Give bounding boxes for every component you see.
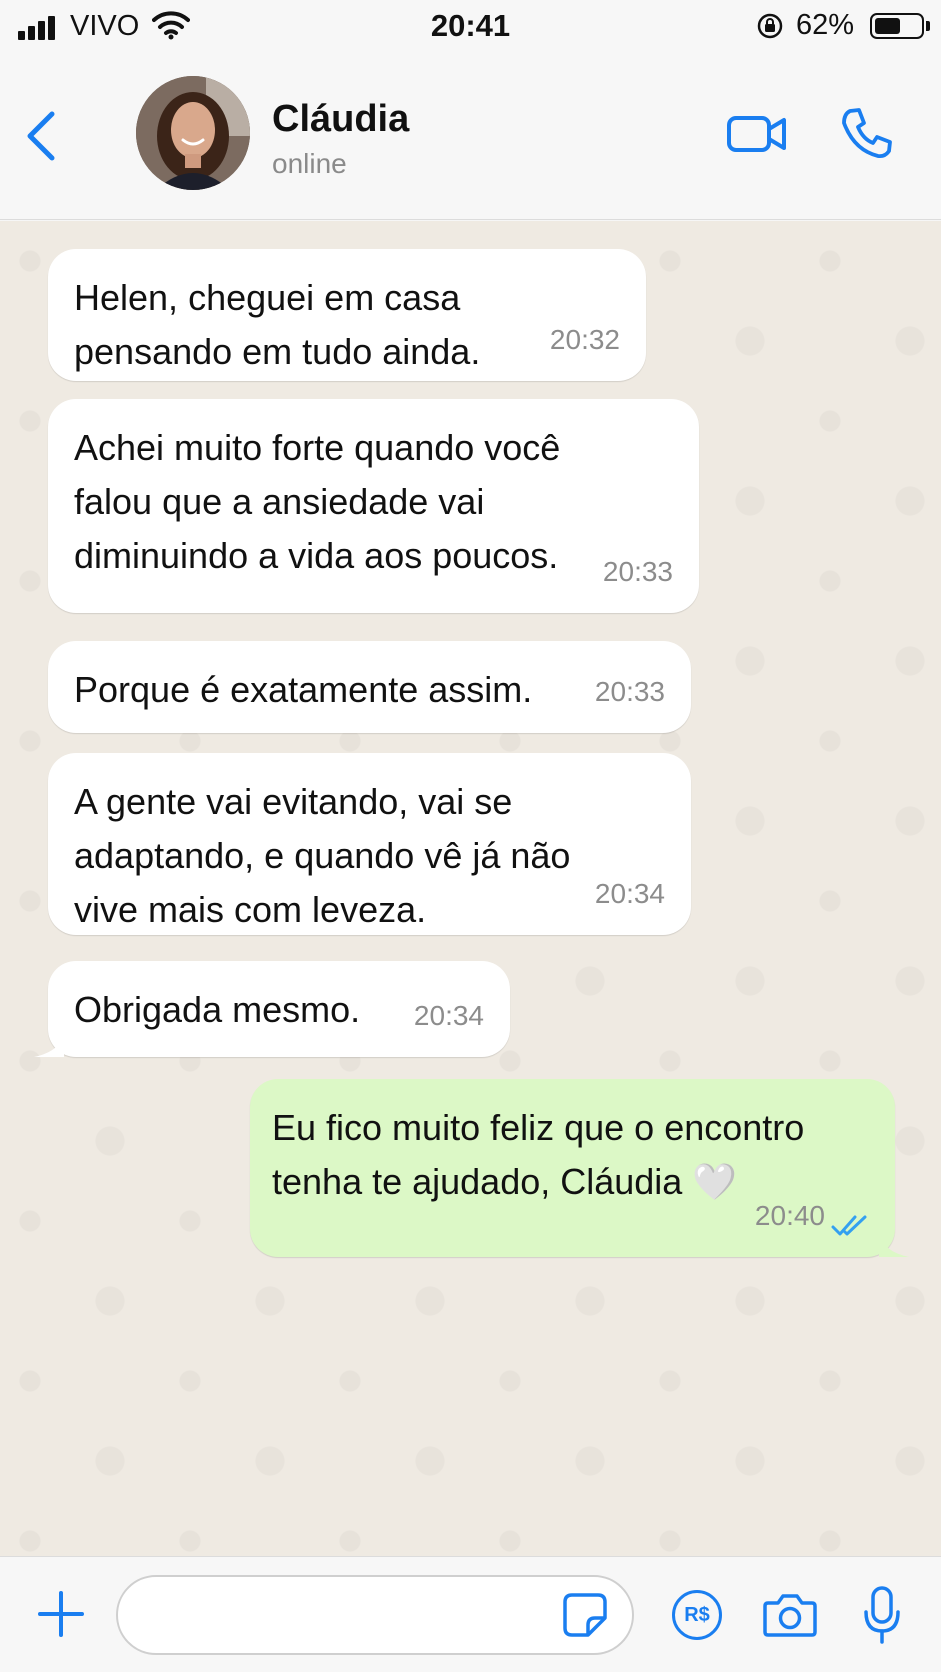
message-bubble[interactable]: A gente vai evitando, vai se adaptando, … <box>48 753 691 935</box>
status-bar: VIVO 20:41 62% <box>0 0 941 56</box>
microphone-icon[interactable] <box>862 1585 902 1645</box>
message-bubble[interactable]: Achei muito forte quando você falou que … <box>48 399 699 613</box>
rotation-lock-icon <box>757 13 783 39</box>
payment-icon-label: R$ <box>684 1603 710 1626</box>
message-time: 20:32 <box>549 324 620 355</box>
camera-icon[interactable] <box>762 1591 818 1639</box>
message-bubble[interactable]: Obrigada mesmo. 20:34 <box>34 961 510 1057</box>
contact-status: online <box>272 148 347 179</box>
message-bubble-outgoing[interactable]: Eu fico muito feliz que o encontro tenha… <box>250 1079 909 1257</box>
message-text: A gente vai evitando, vai se adaptando, … <box>74 781 571 930</box>
message-text: Porque é exatamente assim. <box>74 669 533 710</box>
avatar[interactable] <box>136 76 250 190</box>
message-text: Helen, cheguei em casa pensando em tudo … <box>74 277 481 372</box>
contact-name[interactable]: Cláudia <box>272 98 409 141</box>
message-bubble[interactable]: Helen, cheguei em casa pensando em tudo … <box>48 249 646 381</box>
battery-tip <box>926 21 930 31</box>
bubble-tail <box>34 1031 64 1057</box>
chat-area[interactable]: Helen, cheguei em casa pensando em tudo … <box>0 221 941 1556</box>
video-call-icon[interactable] <box>726 112 788 156</box>
message-time: 20:34 <box>413 1000 484 1031</box>
message-bubble[interactable]: Porque é exatamente assim. 20:33 <box>48 641 691 733</box>
phone-call-icon[interactable] <box>840 106 894 160</box>
sticker-icon[interactable] <box>562 1592 608 1638</box>
plus-icon[interactable] <box>36 1589 86 1639</box>
message-time: 20:33 <box>602 556 673 587</box>
message-time: 20:40 <box>754 1200 825 1231</box>
message-input[interactable] <box>116 1575 634 1655</box>
battery-level-fill <box>875 18 900 34</box>
message-time: 20:34 <box>594 878 665 909</box>
back-icon[interactable] <box>22 108 62 164</box>
battery-percent: 62% <box>796 9 855 41</box>
chat-header: Cláudia online <box>0 56 941 220</box>
message-text: Achei muito forte quando você falou que … <box>74 427 561 576</box>
payment-icon[interactable]: R$ <box>672 1590 722 1640</box>
read-receipt-icon <box>831 1215 867 1236</box>
battery-icon <box>870 13 924 39</box>
input-bar: R$ <box>0 1556 941 1672</box>
message-time: 20:33 <box>594 676 665 707</box>
bubble-tail <box>879 1231 909 1257</box>
avatar-image <box>136 76 250 190</box>
